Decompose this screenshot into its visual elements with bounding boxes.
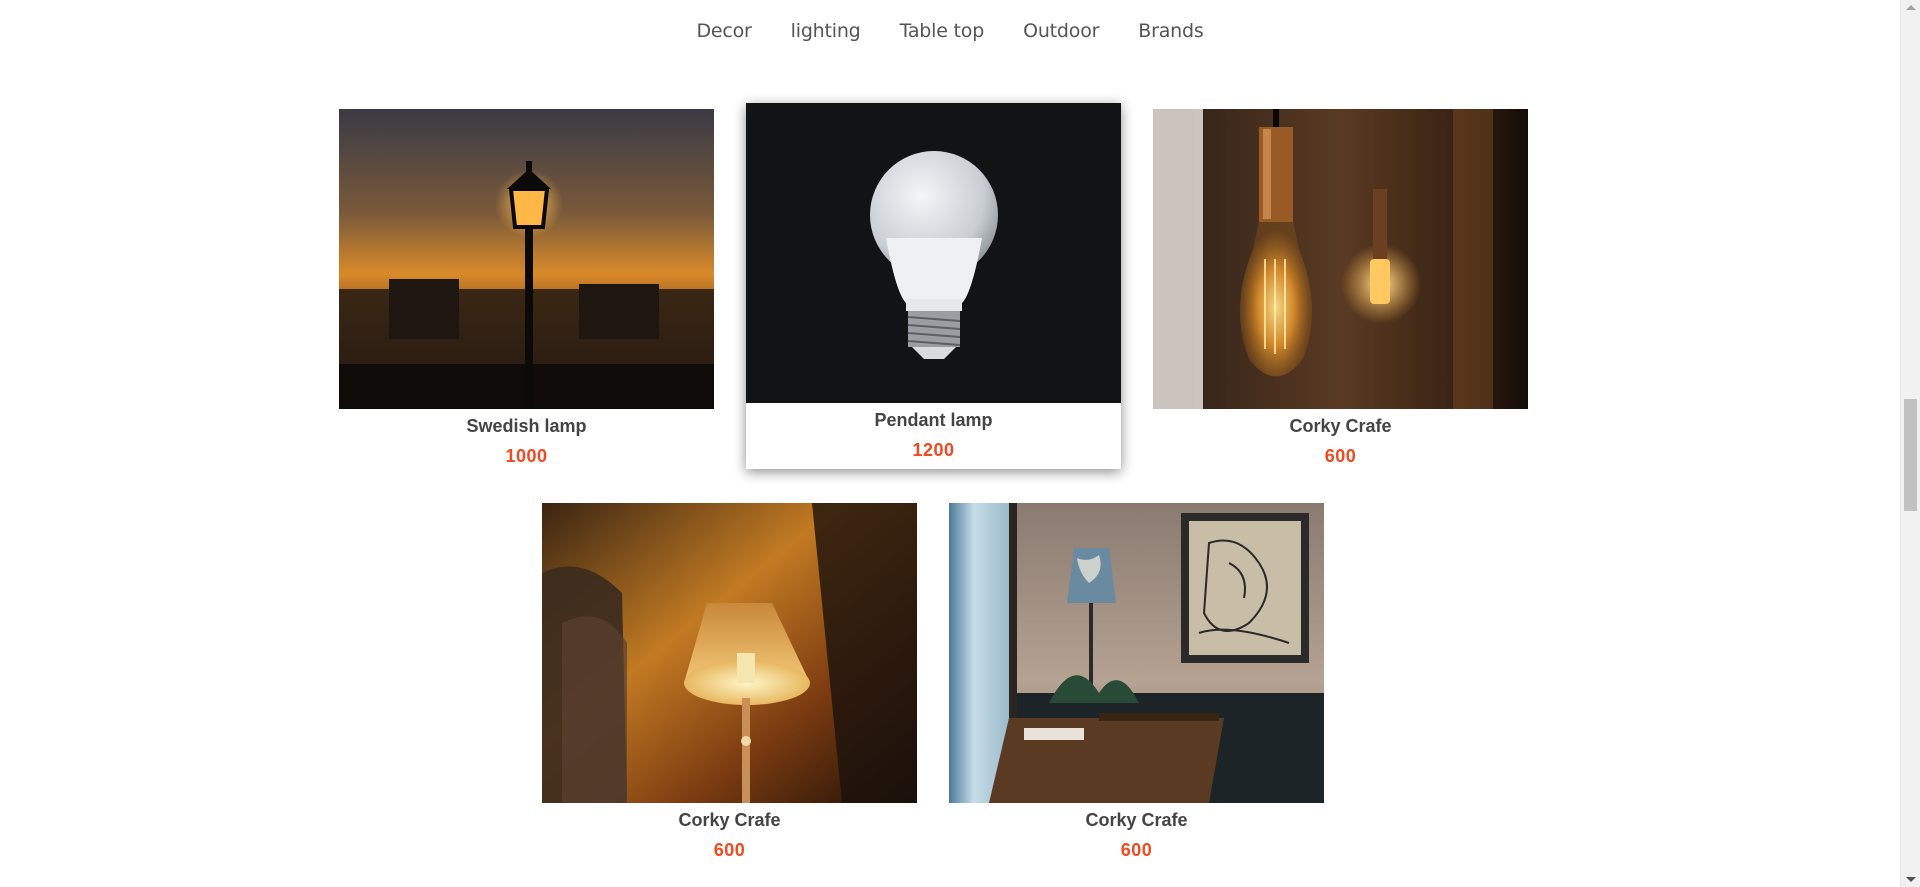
product-card-highlighted[interactable]: Pendant lamp 1200 [746,103,1121,469]
product-price: 600 [1120,840,1153,860]
window-desk-lamp-image [949,503,1324,803]
edison-bulbs-image [1153,109,1528,409]
product-name: Swedish lamp [466,416,587,436]
product-name: Corky Crafe [1085,810,1188,830]
product-price: 1000 [505,446,548,466]
light-bulb-image [746,103,1121,403]
product-grid: Swedish lamp 1000 Pendant lamp 1200 Cork… [0,0,1900,887]
product-price: 600 [1324,446,1357,466]
product-card[interactable]: Swedish lamp 1000 [339,109,714,467]
product-card[interactable]: Corky Crafe 600 [1153,109,1528,467]
product-name: Corky Crafe [678,810,781,830]
product-price: 1200 [912,440,955,460]
product-name: Corky Crafe [1289,416,1392,436]
street-lamp-sunset-image [339,109,714,409]
product-card[interactable]: Corky Crafe 600 [949,503,1324,861]
table-lamp-warm-image [542,503,917,803]
scrollbar-thumb[interactable] [1904,399,1917,511]
scroll-up-arrow-icon[interactable] [1906,5,1916,10]
vertical-scrollbar[interactable] [1900,0,1920,887]
scroll-down-arrow-icon[interactable] [1906,877,1916,882]
product-price: 600 [713,840,746,860]
product-name: Pendant lamp [874,410,993,430]
product-card[interactable]: Corky Crafe 600 [542,503,917,861]
